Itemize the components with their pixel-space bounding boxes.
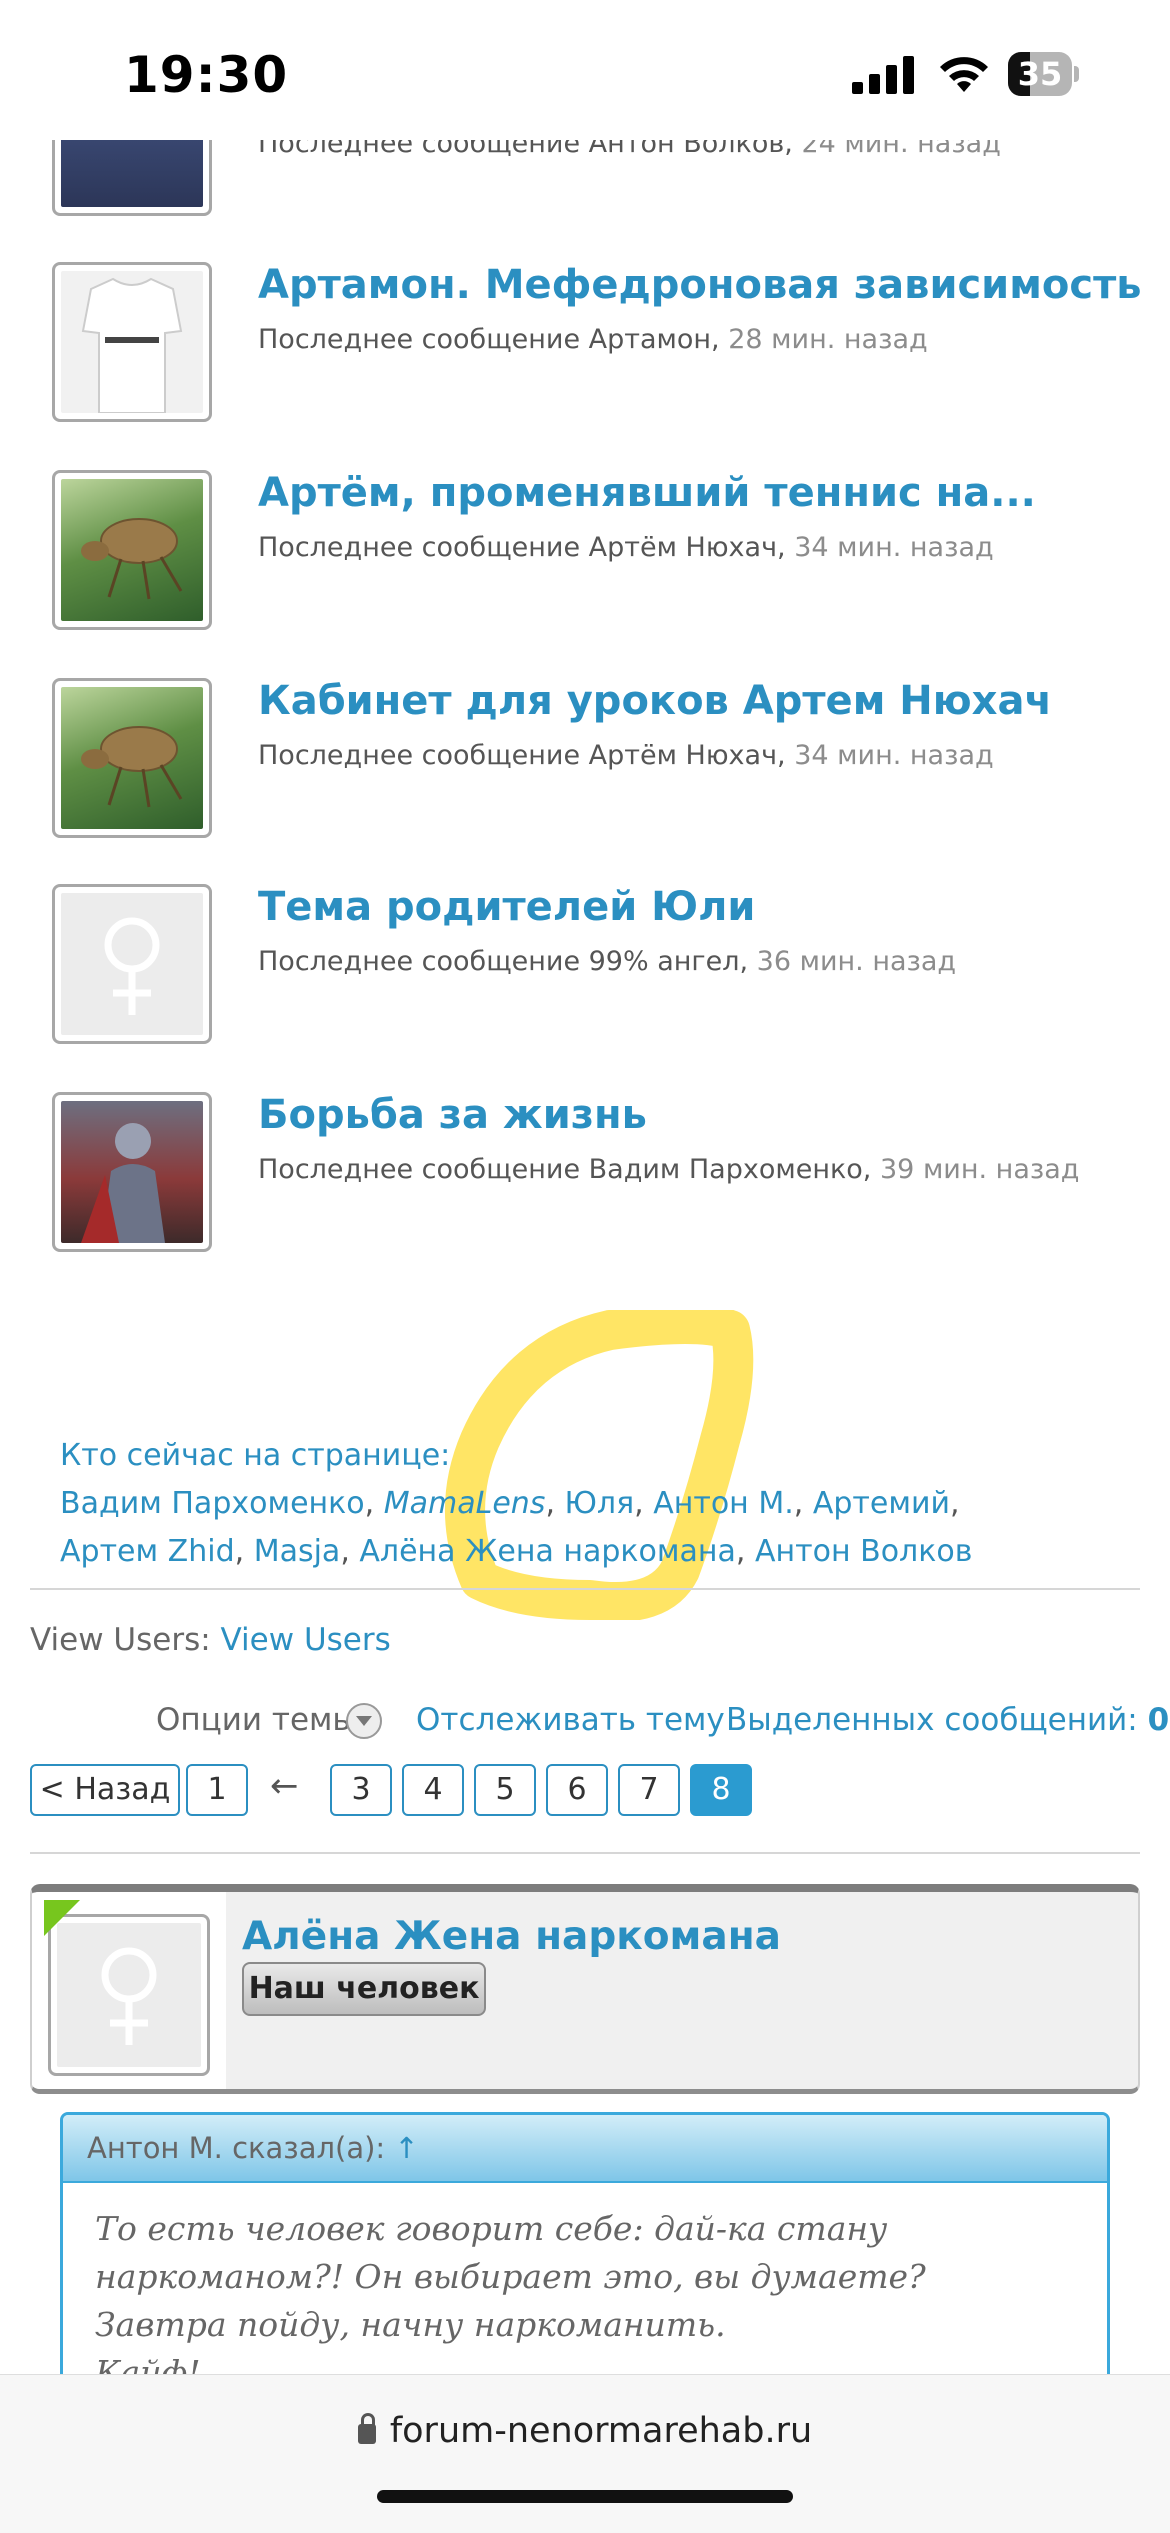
thread-title[interactable]: Кабинет для уроков Артем Нюхач [258, 678, 1052, 724]
thread-avatar[interactable] [52, 884, 212, 1044]
pager-page-current[interactable]: 8 [690, 1764, 752, 1816]
online-users-line: Артем Zhid, Masja, Алёна Жена наркомана,… [60, 1534, 973, 1569]
cellular-signal-icon [852, 56, 914, 94]
pager-back-button[interactable]: < Назад [30, 1764, 180, 1816]
thread-title[interactable]: Борьба за жизнь [258, 1092, 647, 1138]
view-users-link[interactable]: View Users [221, 1622, 391, 1658]
highlight-annotation [445, 1310, 754, 1620]
lock-icon [357, 2413, 376, 2444]
post-author-link[interactable]: Алёна Жена наркомана [242, 1914, 781, 1959]
view-users-row: View Users: View Users [30, 1622, 391, 1658]
online-user-link[interactable]: Вадим Пархоменко [60, 1486, 365, 1521]
view-users-label: View Users: [30, 1622, 211, 1658]
home-indicator[interactable] [377, 2490, 793, 2503]
online-user-link[interactable]: MamaLens [384, 1486, 546, 1521]
pager-gap-arrow[interactable]: ← [270, 1766, 299, 1806]
pager-page[interactable]: 4 [402, 1764, 464, 1816]
thread-title[interactable]: Артамон. Мефедроновая зависимость [258, 262, 1142, 308]
pager-page[interactable]: 6 [546, 1764, 608, 1816]
divider [30, 1588, 1140, 1590]
pager-page-1[interactable]: 1 [186, 1764, 248, 1816]
insect-photo-icon [61, 479, 203, 621]
user-rank-badge: Наш человек [242, 1962, 486, 2016]
online-user-link[interactable]: Артем Zhid [60, 1534, 235, 1569]
thread-last-post: Последнее сообщение Артамон, 28 мин. наз… [258, 324, 928, 355]
quote-text-line: То есть человек говорит себе: дай-ка ста… [95, 2209, 888, 2248]
arrow-up-icon[interactable]: ↑ [394, 2131, 418, 2165]
pager-page[interactable]: 3 [330, 1764, 392, 1816]
pager-page[interactable]: 7 [618, 1764, 680, 1816]
battery-percent: 35 [1017, 55, 1063, 93]
online-user-link[interactable]: Masja [254, 1534, 341, 1569]
quote-author: Антон М. сказал(а): [87, 2131, 386, 2165]
thread-avatar[interactable] [52, 1092, 212, 1252]
browser-address-bar[interactable]: forum-nenormarehab.ru [0, 2374, 1170, 2533]
online-user-link[interactable]: Юля [565, 1486, 635, 1521]
thread-avatar[interactable] [52, 262, 212, 422]
url-text[interactable]: forum-nenormarehab.ru [390, 2411, 812, 2451]
pager-page[interactable]: 5 [474, 1764, 536, 1816]
thread-item[interactable]: Тема родителей Юли Последнее сообщение 9… [0, 884, 1170, 1074]
wifi-icon [940, 57, 988, 92]
online-users-label: Кто сейчас на странице: [60, 1438, 451, 1473]
status-bar: 19:30 35 [0, 0, 1170, 140]
status-time: 19:30 [124, 46, 289, 104]
thread-title[interactable]: Тема родителей Юли [258, 884, 755, 930]
thread-title[interactable]: Артём, променявший теннис на... [258, 470, 1036, 516]
thread-item[interactable]: Кабинет для уроков Артем Нюхач Последнее… [0, 678, 1170, 868]
selected-messages[interactable]: Выделенных сообщений: 0 [726, 1702, 1169, 1738]
thread-item[interactable]: Борьба за жизнь Последнее сообщение Вади… [0, 1092, 1170, 1282]
thread-last-post: Последнее сообщение Артём Нюхач, 34 мин.… [258, 532, 994, 563]
online-users-line: Вадим Пархоменко, MamaLens, Юля, Антон М… [60, 1486, 960, 1521]
thread-avatar[interactable] [52, 678, 212, 838]
female-placeholder-icon [57, 1923, 201, 2067]
thread-last-post: Последнее сообщение Артём Нюхач, 34 мин.… [258, 740, 994, 771]
thread-options-label[interactable]: Опции темы [156, 1702, 357, 1738]
watch-thread-link[interactable]: Отслеживать тему [416, 1702, 725, 1738]
quote-text-line: Завтра пойду, начну наркоманить. [95, 2305, 726, 2344]
divider [30, 1852, 1140, 1854]
online-user-link[interactable]: Антон Волков [755, 1534, 972, 1569]
battery-icon: 35 [1008, 52, 1080, 96]
thread-item[interactable]: Артамон. Мефедроновая зависимость Послед… [0, 262, 1170, 452]
thread-last-post: Последнее сообщение 99% ангел, 36 мин. н… [258, 946, 957, 977]
thread-last-post: Последнее сообщение Вадим Пархоменко, 39… [258, 1154, 1080, 1185]
quote-header: Антон М. сказал(а): ↑ [63, 2115, 1107, 2183]
online-user-link[interactable]: Артемий [813, 1486, 950, 1521]
online-status-corner [44, 1900, 80, 1936]
online-user-link[interactable]: Антон М. [653, 1486, 794, 1521]
chevron-down-icon[interactable] [346, 1703, 382, 1739]
post-avatar[interactable] [48, 1914, 210, 2076]
tshirt-photo-icon [61, 271, 203, 413]
thread-item[interactable]: Артём, променявший теннис на... Последне… [0, 470, 1170, 660]
thread-avatar[interactable] [52, 470, 212, 630]
hero-photo-icon [61, 1101, 203, 1243]
online-user-link[interactable]: Алёна Жена наркомана [359, 1534, 736, 1569]
female-placeholder-icon [61, 893, 203, 1035]
insect-photo-icon [61, 687, 203, 829]
selected-count: 0 [1147, 1702, 1170, 1738]
quote-text-line: наркоманом?! Он выбирает это, вы думаете… [95, 2257, 926, 2296]
